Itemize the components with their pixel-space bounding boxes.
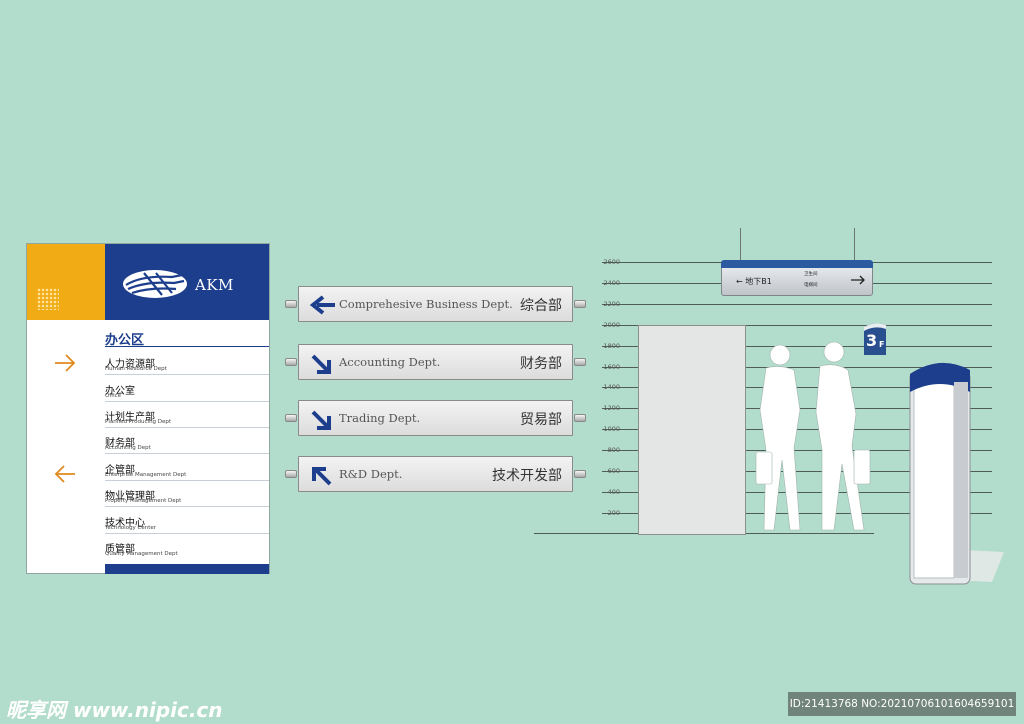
dept-en: Human Resource Dept [105, 366, 167, 372]
overhead-sign-cap [721, 260, 873, 268]
sign-label-en: Comprehesive Business Dept. [339, 297, 513, 311]
blank-sign-panel [638, 325, 746, 535]
scale-label: 1800 [603, 342, 620, 350]
dept-en: Quality Management Dept [105, 551, 178, 557]
direction-sign: Accounting Dept. 财务部 [298, 344, 573, 380]
dept-en: Office [105, 393, 122, 399]
people-silhouette-icon [755, 341, 871, 531]
scale-label: 800 [607, 446, 620, 454]
scale-label: 2400 [603, 279, 620, 287]
sign-mount [574, 470, 586, 478]
sign-label-cn: 财务部 [520, 356, 562, 372]
arrow-up-left-icon [312, 467, 332, 486]
brand-name: AKM [195, 276, 234, 294]
floor-number: 3 [866, 331, 878, 350]
direction-sign: R&D Dept. 技术开发部 [298, 456, 573, 492]
dot-pattern [37, 288, 59, 310]
scale-label: 1600 [603, 363, 620, 371]
divider [105, 453, 269, 454]
sign-label-cn: 综合部 [520, 298, 562, 314]
dept-en: Property Management Dept [105, 498, 182, 504]
scale-label: 2600 [603, 258, 620, 266]
divider [105, 480, 269, 481]
scale-label: 600 [607, 467, 620, 475]
scale-label: 1200 [603, 404, 620, 412]
dept-en: Planned Producing Dept [105, 419, 172, 425]
overhead-restroom-label: 卫生间 [804, 272, 818, 277]
floor-sign: 3 F [862, 321, 888, 355]
scale-line [602, 304, 992, 305]
overhead-sign: ← 地下B1 卫生间 电梯间 [721, 260, 873, 296]
arrow-right-icon [55, 354, 76, 372]
sign-label-en: Accounting Dept. [339, 355, 441, 369]
sign-mount [285, 470, 297, 478]
scale-label: 1000 [603, 425, 620, 433]
direction-sign: Comprehesive Business Dept. 综合部 [298, 286, 573, 322]
overhead-elevator-label: 电梯间 [804, 283, 818, 288]
dept-en: Enterprise Management Dept [105, 472, 187, 478]
sign-mount [574, 414, 586, 422]
sign-label-cn: 技术开发部 [492, 468, 562, 484]
scale-label: 1400 [603, 383, 620, 391]
direction-sign: Trading Dept. 贸易部 [298, 400, 573, 436]
sign-mount [574, 300, 586, 308]
scale-label: 400 [607, 488, 620, 496]
dept-en: Technology Center [105, 525, 157, 531]
sign-mount [574, 358, 586, 366]
dept-en: Accounting Dept [105, 445, 151, 451]
sign-label-cn: 贸易部 [520, 412, 562, 428]
sign-mount [285, 358, 297, 366]
directory-board: AKM 办公区 人力资源部 Human Resource Dept 办公室 Of… [26, 243, 270, 574]
standing-totem [909, 362, 1004, 585]
sign-mount [285, 414, 297, 422]
scale-label: 2000 [603, 321, 620, 329]
arrow-left-icon [309, 295, 335, 315]
arrow-down-right-icon [311, 410, 331, 430]
floor-suffix: F [879, 340, 885, 349]
scale-label: 2200 [603, 300, 620, 308]
divider [105, 506, 269, 507]
arrow-left-icon [54, 465, 75, 483]
watermark-right: ID:21413768 NO:20210706101604659101 [788, 692, 1016, 716]
sign-label-en: Trading Dept. [339, 411, 421, 425]
arrow-down-right-icon [311, 354, 331, 374]
overhead-main-label: ← 地下B1 [736, 277, 772, 286]
hanging-wire [854, 228, 855, 264]
watermark-left: 昵享网 www.nipic.cn [6, 698, 223, 722]
sign-mount [285, 300, 297, 308]
board-footer-bar [105, 564, 269, 574]
arrow-right-icon [851, 275, 865, 285]
divider [105, 427, 269, 428]
divider [105, 401, 269, 402]
divider [105, 374, 269, 375]
divider [105, 533, 269, 534]
hanging-wire [740, 228, 741, 264]
sign-label-en: R&D Dept. [339, 467, 403, 481]
scale-label: 200 [607, 509, 620, 517]
zone-rule [105, 346, 269, 347]
akm-logo-icon [123, 270, 187, 298]
